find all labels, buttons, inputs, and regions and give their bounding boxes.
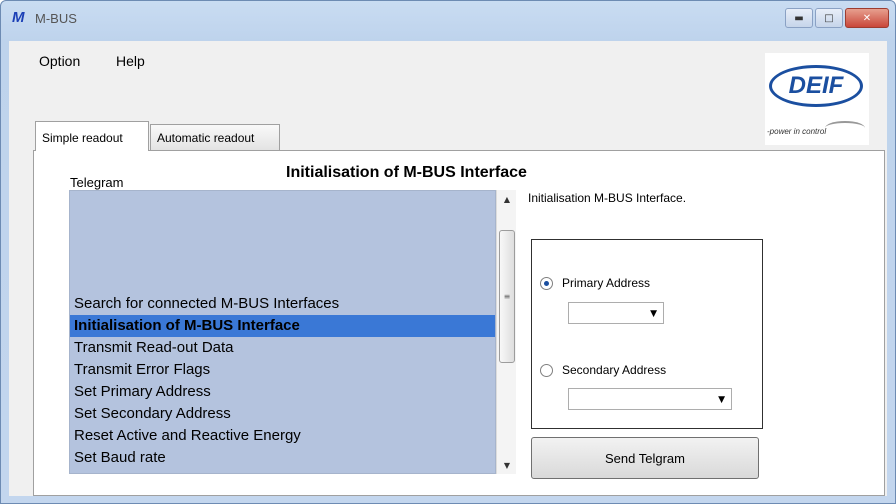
list-item[interactable]: Set Secondary Address	[70, 403, 495, 425]
maximize-button[interactable]: □	[815, 8, 843, 28]
primary-address-radio[interactable]	[540, 277, 553, 290]
primary-address-label[interactable]: Primary Address	[562, 276, 650, 290]
window-controls: ▬ □ ✕	[785, 8, 889, 28]
tab-simple-readout[interactable]: Simple readout	[35, 121, 149, 151]
chevron-down-icon: ▼	[718, 395, 725, 405]
secondary-address-label[interactable]: Secondary Address	[562, 363, 666, 377]
scroll-thumb[interactable]: ≡	[499, 230, 515, 363]
logo-tagline: -power in control	[767, 127, 827, 136]
menu-option[interactable]: Option	[39, 53, 80, 69]
list-scrollbar[interactable]: ▲ ≡ ▼	[496, 190, 516, 474]
app-window: M M-BUS ▬ □ ✕ Option Help DEIF -power in…	[0, 0, 896, 504]
close-button[interactable]: ✕	[845, 8, 889, 28]
send-telegram-button[interactable]: Send Telgram	[531, 437, 759, 479]
menu-help[interactable]: Help	[116, 53, 145, 69]
secondary-address-radio[interactable]	[540, 364, 553, 377]
list-item[interactable]: Transmit Error Flags	[70, 359, 495, 381]
scroll-down-icon[interactable]: ▼	[497, 456, 517, 474]
list-item[interactable]: Reset Active and Reactive Energy	[70, 425, 495, 447]
list-item-selected[interactable]: Initialisation of M-BUS Interface	[70, 315, 495, 337]
telegram-list-items: Search for connected M-BUS Interfaces In…	[70, 293, 495, 469]
list-item[interactable]: Transmit Read-out Data	[70, 337, 495, 359]
menu-bar: Option Help	[9, 41, 887, 79]
telegram-label: Telegram	[70, 175, 124, 190]
telegram-heading: Initialisation of M-BUS Interface	[286, 164, 527, 181]
primary-address-dropdown[interactable]: ▼	[568, 302, 664, 324]
tab-automatic-readout[interactable]: Automatic readout	[150, 124, 280, 150]
tab-panel: Telegram Initialisation of M-BUS Interfa…	[33, 150, 885, 496]
minimize-button[interactable]: ▬	[785, 8, 813, 28]
logo-swoosh	[825, 121, 865, 135]
secondary-address-dropdown[interactable]: ▼	[568, 388, 732, 410]
list-item[interactable]: Search for connected M-BUS Interfaces	[70, 293, 495, 315]
deif-logo: DEIF -power in control	[765, 53, 869, 145]
address-group: Primary Address ▼ Secondary Address ▼	[531, 239, 763, 429]
telegram-list[interactable]: Search for connected M-BUS Interfaces In…	[69, 190, 496, 474]
window-title: M-BUS	[35, 11, 77, 26]
title-bar[interactable]: M M-BUS ▬ □ ✕	[1, 1, 895, 41]
chevron-down-icon: ▼	[650, 309, 657, 319]
telegram-description: Initialisation M-BUS Interface.	[528, 191, 687, 205]
logo-mark: DEIF	[769, 65, 863, 107]
logo-text: DEIF	[788, 72, 844, 99]
list-item[interactable]: Set Baud rate	[70, 447, 495, 469]
client-area: Option Help DEIF -power in control Simpl…	[9, 41, 887, 496]
list-item[interactable]: Set Primary Address	[70, 381, 495, 403]
scroll-up-icon[interactable]: ▲	[497, 190, 517, 208]
app-icon: M	[12, 9, 24, 26]
